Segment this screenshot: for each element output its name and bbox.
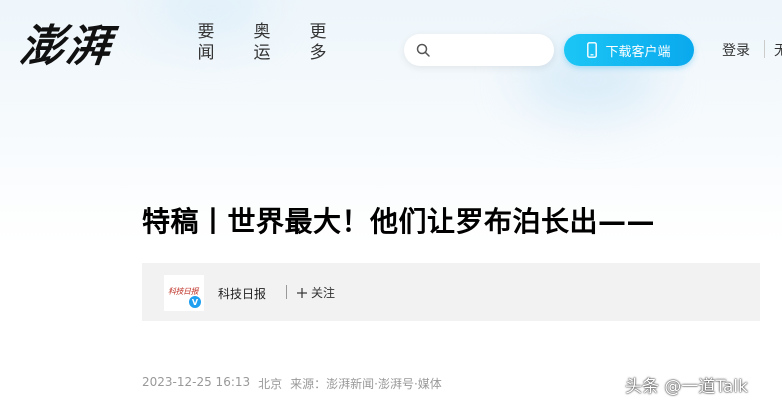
search-icon[interactable] [416,43,430,57]
main-nav: 要闻 奥运 更多 [196,22,328,64]
verified-badge-icon: V [188,295,202,309]
download-app-button[interactable]: 下载客户端 [564,34,694,66]
site-logo[interactable]: 澎湃 [17,18,115,76]
publish-location: 北京 [258,377,283,391]
phone-icon [587,42,598,58]
login-link[interactable]: 登录 [722,40,750,60]
header-extra-link[interactable]: 无 [774,40,782,60]
search-input[interactable] [436,40,544,60]
author-card: 科技日报 V 科技日报 关注 [142,263,760,321]
watermark: 头条 @一道Talk [625,377,748,397]
download-app-label: 下载客户端 [605,44,671,60]
publish-datetime: 2023-12-25 16:13 [142,375,251,389]
plus-icon [297,287,307,298]
search-box[interactable] [404,34,554,66]
nav-item-more[interactable]: 更多 [308,22,328,64]
follow-label: 关注 [311,286,336,300]
follow-button[interactable]: 关注 [297,284,335,301]
article-source: 来源：澎湃新闻·澎湃号·媒体 [290,377,442,391]
header-divider [764,40,765,58]
article-meta: 2023-12-25 16:13 北京 来源：澎湃新闻·澎湃号·媒体 [142,375,442,392]
nav-item-news[interactable]: 要闻 [196,22,216,64]
nav-item-olympics[interactable]: 奥运 [252,22,272,64]
author-name[interactable]: 科技日报 [218,285,266,302]
author-divider [286,285,287,299]
article-title: 特稿丨世界最大！他们让罗布泊长出—— [142,205,656,238]
